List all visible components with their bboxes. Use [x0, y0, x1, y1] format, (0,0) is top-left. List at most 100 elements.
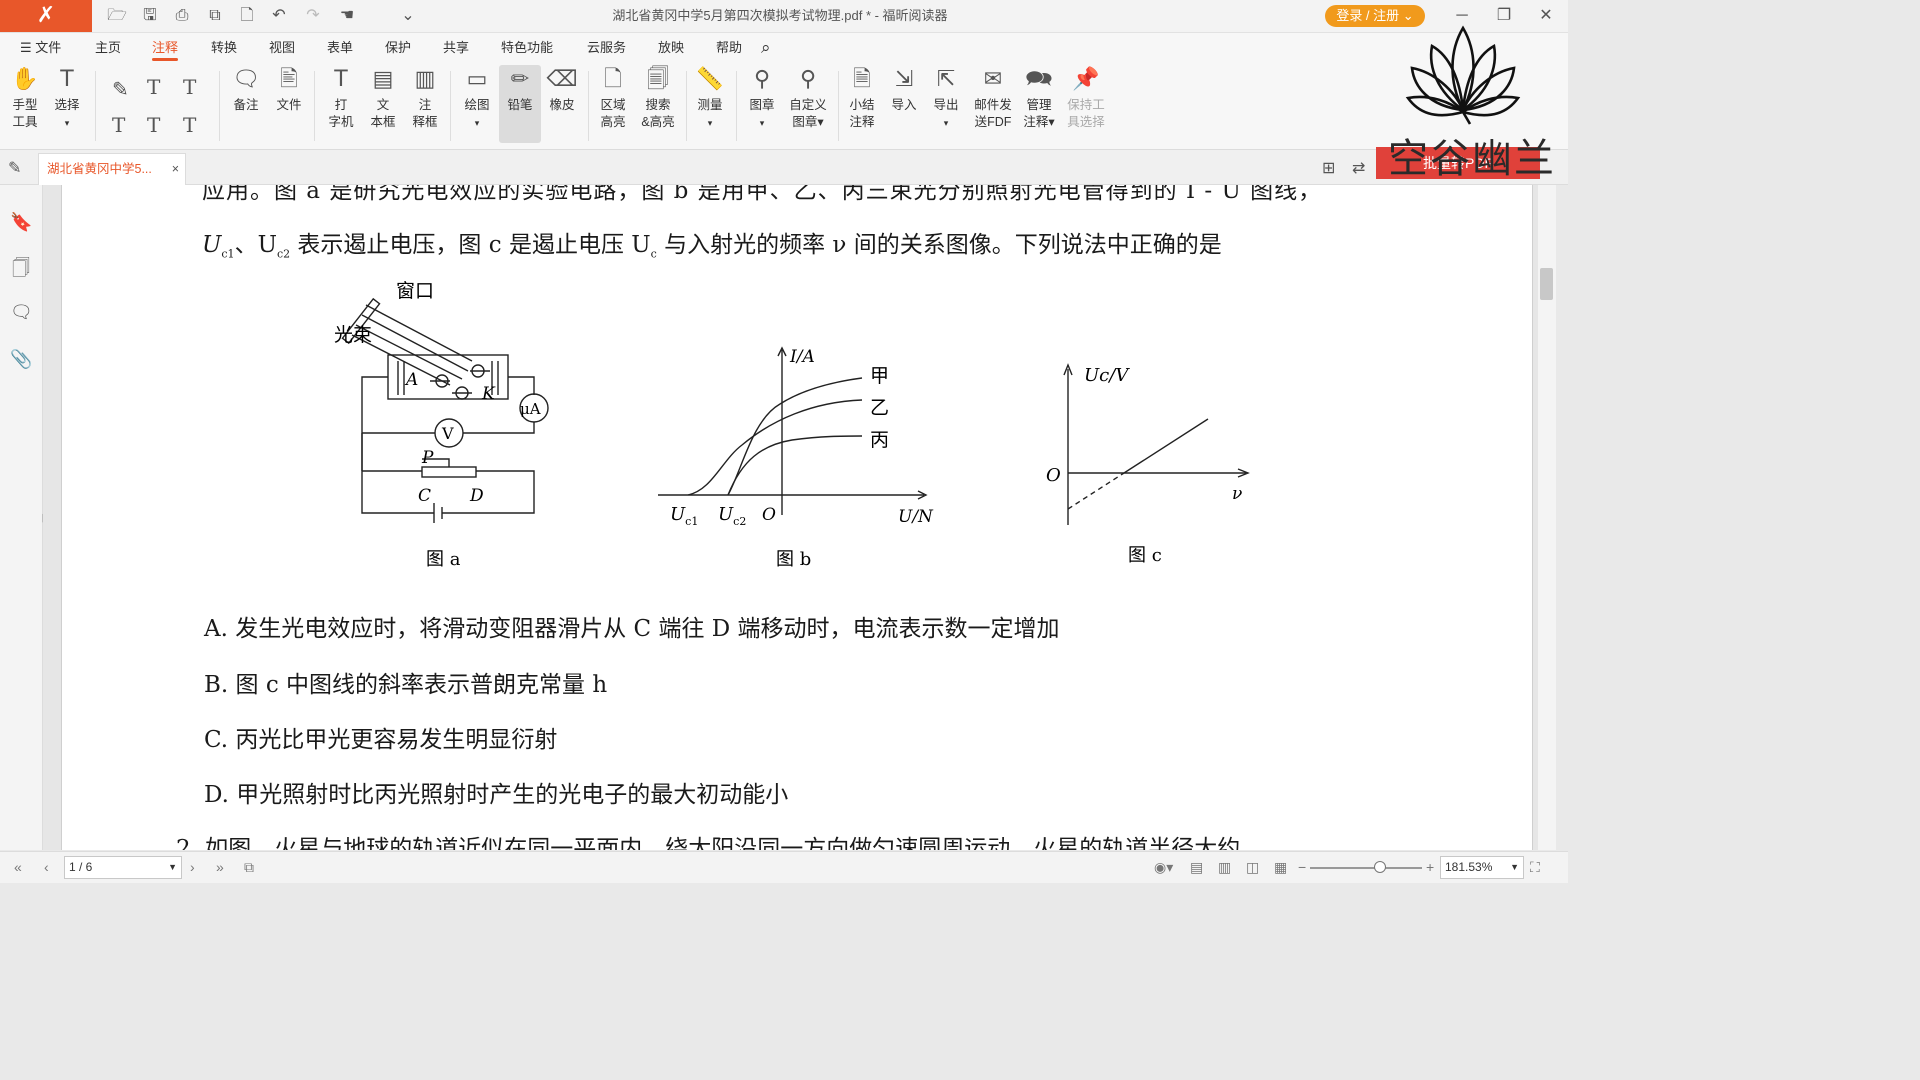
fig-b-origin-label: O — [762, 505, 776, 525]
fullscreen-icon[interactable]: ⛶ — [1530, 852, 1540, 883]
note-button[interactable]: 🗨 备注 — [228, 65, 264, 114]
menu-cloud[interactable]: 云服务 — [587, 33, 626, 63]
menu-home[interactable]: 主页 — [95, 33, 121, 63]
menu-protect[interactable]: 保护 — [385, 33, 411, 63]
pencil-button[interactable]: ✏ 铅笔 — [499, 65, 541, 143]
import-button[interactable]: ⇲ 导入 — [886, 65, 922, 114]
document-tab[interactable]: 湖北省黄冈中学5... × — [38, 153, 186, 185]
scrollbar-thumb[interactable] — [1540, 268, 1553, 300]
zoom-slider-handle[interactable] — [1374, 861, 1386, 873]
summarize-button[interactable]: 🗎 小结 注释 — [844, 65, 880, 131]
separator — [686, 71, 687, 141]
tab-close-icon[interactable]: × — [172, 154, 179, 185]
fig-a-slider-label: P — [421, 448, 434, 468]
minimize-button[interactable]: ─ — [1447, 2, 1477, 30]
menu-features[interactable]: 特色功能 — [501, 33, 553, 63]
restore-button[interactable]: ❐ — [1489, 2, 1519, 30]
first-page-icon[interactable]: « — [14, 852, 22, 883]
menu-slideshow[interactable]: 放映 — [658, 33, 684, 63]
zoom-slider[interactable] — [1310, 867, 1422, 869]
stamp-button[interactable]: ⚲ 图章 ▾ — [744, 65, 780, 132]
menu-help[interactable]: 帮助 — [716, 33, 742, 63]
eye-icon[interactable]: ◉▾ — [1154, 852, 1173, 883]
zoom-out-icon[interactable]: − — [1298, 852, 1306, 883]
bookmark-icon[interactable]: 🔖 — [10, 211, 32, 233]
copy-icon[interactable]: ⧉ — [204, 5, 226, 27]
pages-icon[interactable]: 🗍 — [10, 257, 32, 279]
single-page-icon[interactable]: ▤ — [1190, 852, 1203, 883]
textbox-icon: ▤ — [372, 67, 394, 92]
menu-form[interactable]: 表单 — [327, 33, 353, 63]
customize-icon[interactable]: ⌄ — [397, 5, 419, 27]
login-button[interactable]: 登录 / 注册 ⌄ — [1325, 5, 1425, 27]
undo-icon[interactable]: ↶ — [268, 5, 290, 27]
callout-label: 注释框 — [412, 98, 438, 129]
edit-icon[interactable]: ✎ — [8, 158, 21, 178]
keep-tool-button[interactable]: 📌 保持工 具选择 — [1062, 65, 1110, 131]
grid-view-icon[interactable]: ⊞ — [1322, 158, 1335, 178]
highlight-icon[interactable]: ✎ — [112, 77, 129, 101]
search-icon[interactable]: ⌕ — [761, 33, 771, 63]
last-page-icon[interactable]: » — [216, 852, 224, 883]
facing-page-icon[interactable]: ◫ — [1246, 852, 1259, 883]
email-fdf-button[interactable]: ✉ 邮件发 送FDF — [970, 65, 1016, 131]
insert-text-icon[interactable]: T — [183, 113, 196, 137]
print-icon[interactable]: ⎙ — [171, 5, 193, 27]
menu-convert[interactable]: 转换 — [211, 33, 237, 63]
menu-file[interactable]: ☰ 文件 — [20, 33, 61, 63]
underline-text-icon[interactable]: T — [147, 75, 160, 99]
strikeout-text-icon[interactable]: T — [112, 113, 125, 137]
figure-c-uc-v-graph: Uc/V O ν 图 c — [1046, 363, 1250, 566]
area-highlight-button[interactable]: 🗋 区域 高亮 — [595, 65, 631, 131]
file-attach-button[interactable]: 🖹 文件 — [272, 65, 306, 114]
save-icon[interactable]: 🖫 — [139, 5, 161, 27]
app-logo[interactable]: ✗ — [0, 0, 92, 32]
select-tool-button[interactable]: T 选择 ▾ — [50, 65, 84, 132]
hand-dropdown-icon[interactable]: ☚▾ — [336, 5, 358, 46]
keep-tool-label: 保持工 具选择 — [1067, 98, 1105, 129]
squiggly-text-icon[interactable]: T — [183, 75, 196, 99]
callout-button[interactable]: ▥ 注释框 — [408, 65, 442, 131]
curve-jia — [687, 399, 863, 496]
prev-page-icon[interactable]: ‹ — [44, 852, 49, 883]
fig-b-caption: 图 b — [776, 549, 811, 570]
eraser-button[interactable]: ⌫ 橡皮 — [544, 65, 580, 114]
fig-b-jia-label: 甲 — [870, 365, 889, 387]
separator — [736, 71, 737, 141]
custom-stamp-icon: ⚲ — [799, 67, 817, 92]
rotate-icon[interactable]: ⧉ — [244, 852, 254, 883]
zoom-in-icon[interactable]: + — [1426, 852, 1434, 883]
reflow-icon[interactable]: ⇄ — [1352, 158, 1365, 178]
menu-comment[interactable]: 注释 — [152, 33, 179, 63]
redo-icon[interactable]: ↷ — [302, 5, 324, 27]
search-highlight-label: 搜索 &高亮 — [641, 98, 675, 129]
typewriter-button[interactable]: T 打字机 — [324, 65, 358, 131]
open-icon[interactable]: 🗁 — [106, 5, 128, 27]
menu-view[interactable]: 视图 — [269, 33, 295, 63]
search-highlight-button[interactable]: 🗐 搜索 &高亮 — [636, 65, 680, 131]
textbox-button[interactable]: ▤ 文本框 — [366, 65, 400, 131]
export-button[interactable]: ⇱ 导出 ▾ — [928, 65, 964, 132]
email-icon: ✉ — [983, 67, 1003, 92]
continuous-facing-icon[interactable]: ▦ — [1274, 852, 1287, 883]
left-side-panel: 🔖 🗍 🗨 📎 ▶ — [0, 185, 51, 850]
next-page-icon[interactable]: › — [190, 852, 195, 883]
attachment-icon[interactable]: 📎 — [10, 348, 32, 370]
zoom-level-field[interactable]: 181.53% ▼ — [1440, 856, 1524, 879]
new-doc-icon[interactable]: 🗋 — [236, 5, 258, 27]
close-button[interactable]: ✕ — [1531, 2, 1561, 30]
fig-a-caption: 图 a — [426, 549, 461, 570]
custom-stamp-button[interactable]: ⚲ 自定义 图章▾ — [784, 65, 832, 131]
stamp-icon: ⚲ — [753, 67, 771, 92]
hand-tool-button[interactable]: ✋ 手型 工具 — [8, 65, 42, 131]
page-number-field[interactable]: 1 / 6 ▼ — [64, 856, 182, 879]
menu-share[interactable]: 共享 — [443, 33, 469, 63]
drawing-button[interactable]: ▭ 绘图 ▾ — [458, 65, 496, 132]
manage-comments-button[interactable]: 🗪 管理 注释▾ — [1020, 65, 1058, 131]
measure-button[interactable]: 📏 测量 ▾ — [692, 65, 728, 132]
document-view[interactable]: 应用。图 a 是研究光电效应的实验电路，图 b 是用甲、乙、丙三束光分别照射光电… — [43, 185, 1538, 850]
fig-a-window-label: 窗口 — [396, 280, 434, 302]
continuous-page-icon[interactable]: ▥ — [1218, 852, 1231, 883]
comments-icon[interactable]: 🗨 — [10, 301, 33, 323]
replace-text-icon[interactable]: T — [147, 113, 160, 137]
